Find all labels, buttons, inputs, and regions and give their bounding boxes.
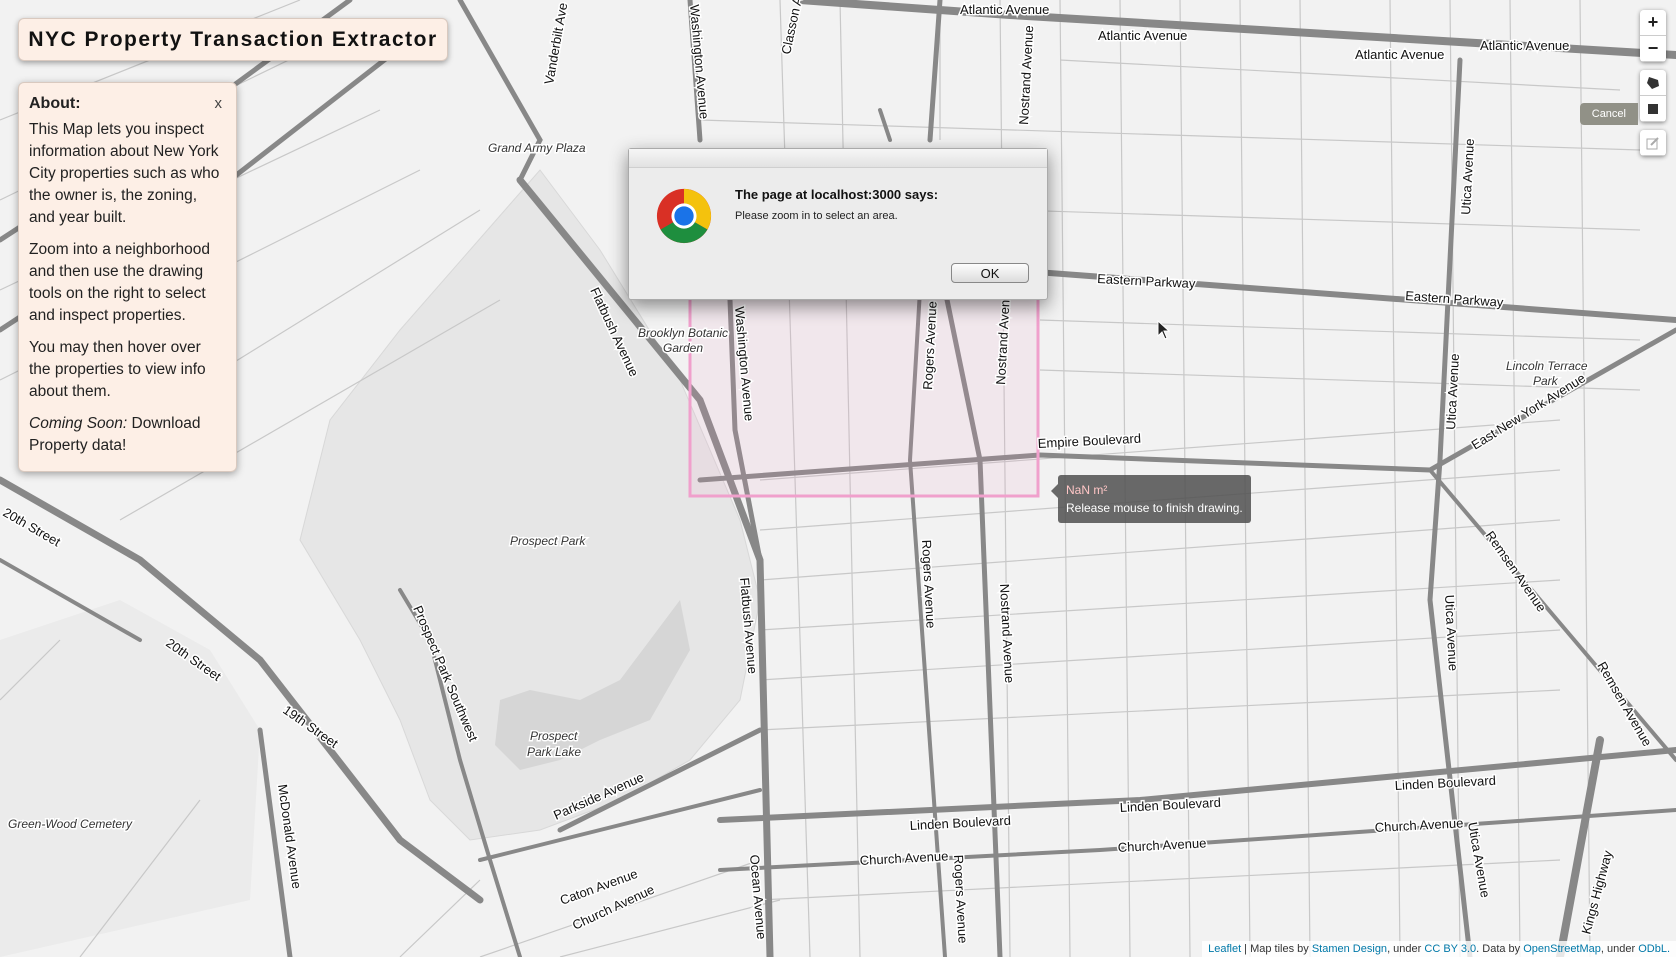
draw-toolbar [1640,70,1666,122]
app-title: NYC Property Transaction Extractor [18,18,448,61]
edit-toolbar [1640,130,1666,156]
zoom-out-button[interactable]: − [1640,36,1666,62]
label-atlantic-3: Atlantic Avenue [1355,47,1444,62]
label-botanic-2: Garden [663,341,703,355]
label-lake-2: Park Lake [527,745,581,759]
zoom-control: + − [1640,10,1666,62]
about-para-4: Coming Soon: Download Property data! [29,413,226,457]
label-atlantic-1: Atlantic Avenue [960,2,1049,17]
polygon-icon[interactable] [1640,70,1666,96]
attrib-sep-2: , under [1387,943,1425,955]
draw-tooltip-area: NaN m² [1066,483,1108,497]
about-para-3: You may then hover over the properties t… [29,339,206,400]
alert-dialog: The page at localhost:3000 says: Please … [628,148,1048,300]
about-para-1: This Map lets you inspect information ab… [29,121,220,226]
osm-link[interactable]: OpenStreetMap [1523,943,1601,955]
about-panel: About: x This Map lets you inspect infor… [18,82,237,472]
label-lake-1: Prospect [530,729,578,743]
alert-ok-button[interactable]: OK [951,263,1029,283]
alert-title: The page at localhost:3000 says: [735,187,939,202]
label-atlantic-4: Atlantic Avenue [1480,38,1569,53]
cancel-drawing-button[interactable]: Cancel [1579,103,1638,125]
label-botanic-1: Brooklyn Botanic [638,326,728,340]
stamen-link[interactable]: Stamen Design [1312,943,1387,955]
map-controls: + − [1640,10,1666,164]
label-grand-army: Grand Army Plaza [488,141,586,155]
odbl-link[interactable]: ODbL. [1638,943,1670,955]
mouse-cursor-icon [1157,320,1171,340]
attrib-sep-3: . Data by [1476,943,1524,955]
leaflet-link[interactable]: Leaflet [1208,943,1241,955]
draw-tooltip: NaN m² Release mouse to finish drawing. [1051,475,1251,523]
ccby-link[interactable]: CC BY 3.0 [1424,943,1476,955]
label-greenwood: Green-Wood Cemetery [8,817,133,831]
label-prospect-park: Prospect Park [510,534,586,548]
attrib-sep-4: , under [1600,943,1639,955]
about-heading: About: [29,95,81,112]
zoom-in-button[interactable]: + [1640,10,1666,36]
label-lincoln-1: Lincoln Terrace [1506,359,1588,373]
rectangle-icon[interactable] [1640,96,1666,122]
about-para-2: Zoom into a neighborhood and then use th… [29,241,210,324]
edit-icon[interactable] [1640,130,1666,156]
coming-soon-label: Coming Soon: [29,415,128,432]
map-attribution: Leaflet | Map tiles by Stamen Design, un… [1202,941,1676,957]
label-atlantic-2: Atlantic Avenue [1098,28,1187,43]
chrome-logo-icon [656,188,712,244]
about-close-button[interactable]: x [215,93,227,115]
label-lincoln-2: Park [1533,374,1559,388]
alert-titlebar [629,149,1047,168]
alert-message: Please zoom in to select an area. [735,210,898,222]
map-canvas[interactable]: Atlantic Avenue Atlantic Avenue Atlantic… [0,0,1676,957]
attrib-sep-1: | Map tiles by [1241,943,1312,955]
draw-tooltip-hint: Release mouse to finish drawing. [1066,501,1243,515]
